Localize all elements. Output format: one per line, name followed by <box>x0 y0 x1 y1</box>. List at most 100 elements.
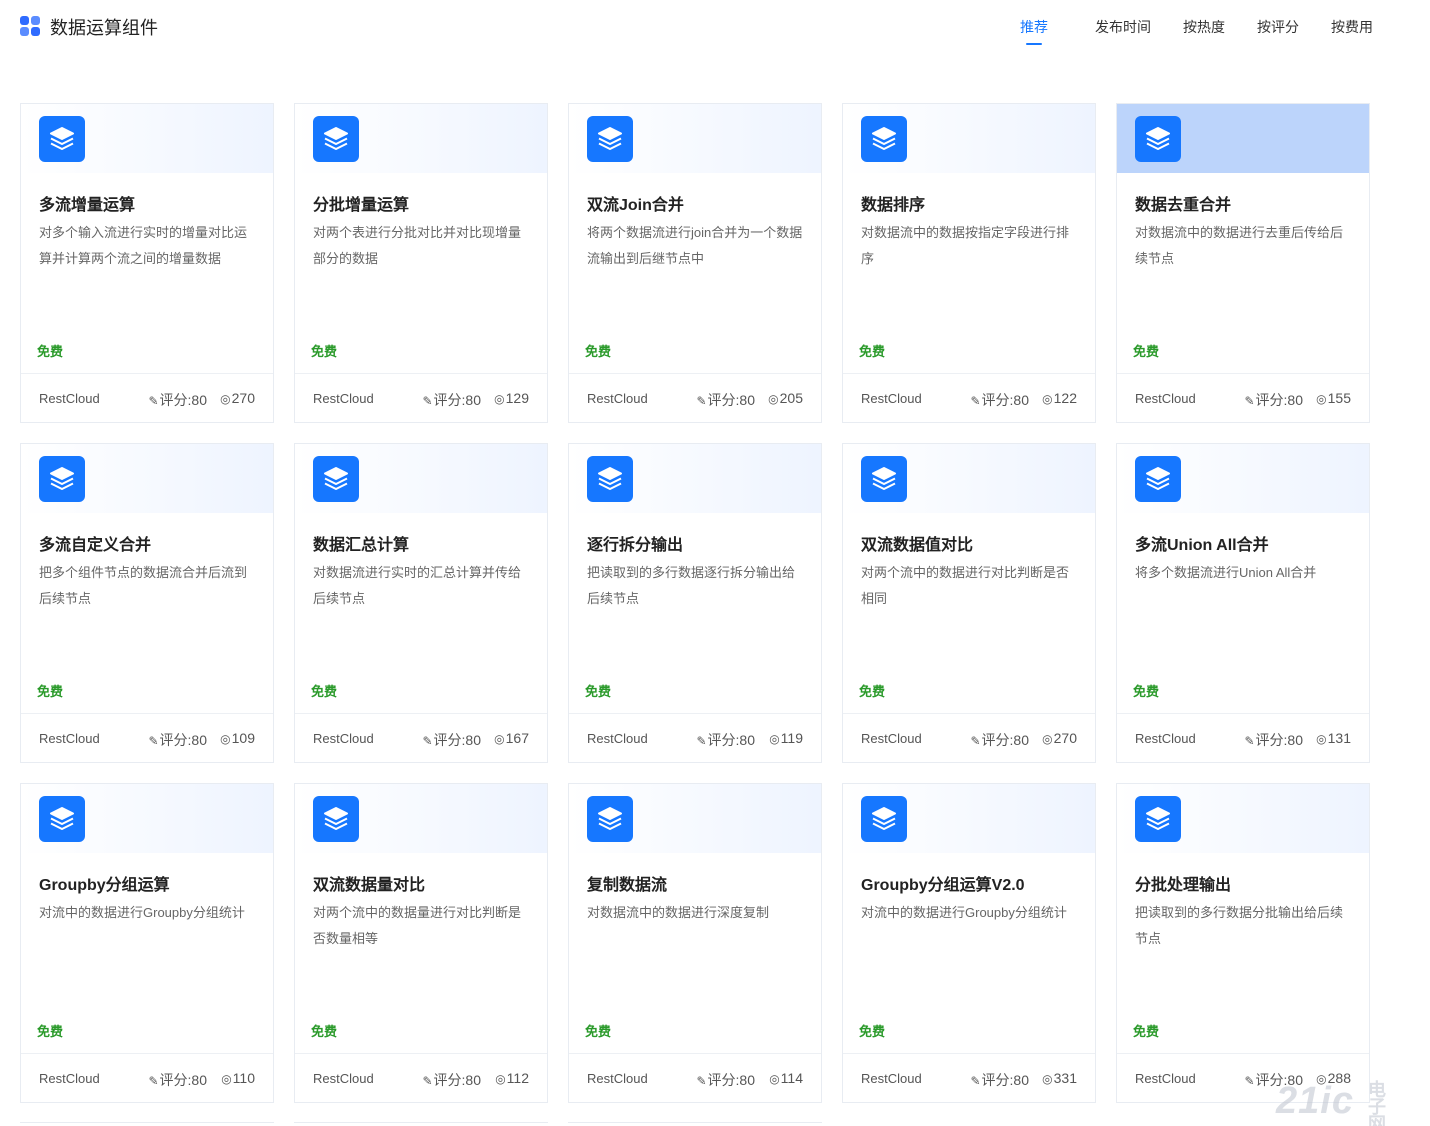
eye-icon: ◎ <box>1042 1072 1053 1086</box>
views-count: 331 <box>1053 1070 1077 1086</box>
rating-value: 评分:80 <box>433 1072 481 1088</box>
rating-value: 评分:80 <box>707 392 755 408</box>
component-card[interactable]: 复制数据流 对数据流中的数据进行深度复制 免费 RestCloud ✎评分:80 ◎114 <box>568 783 822 1103</box>
card-banner <box>21 104 273 173</box>
component-card[interactable]: 双流数据值对比 对两个流中的数据进行对比判断是否相同 免费 RestCloud ✎评分:… <box>842 443 1096 763</box>
component-card[interactable]: 数据汇总计算 对数据流进行实时的汇总计算并传给后续节点 免费 RestCloud ✎评分… <box>294 443 548 763</box>
eye-icon: ◎ <box>494 392 505 406</box>
component-card[interactable]: 双流Join合并 将两个数据流进行join合并为一个数据流输出到后继节点中 免费 Re… <box>568 103 822 423</box>
card-title[interactable]: 多流Union All合并 <box>1135 531 1269 555</box>
card-title[interactable]: 双流数据值对比 <box>861 531 973 555</box>
card-footer: RestCloud ✎评分:80 ◎112 <box>295 1053 547 1102</box>
card-title[interactable]: Groupby分组运算V2.0 <box>861 871 1025 895</box>
card-views: ◎205 <box>768 390 803 406</box>
card-description: 将多个数据流进行Union All合并 <box>1135 565 1317 580</box>
card-price: 免费 <box>1133 344 1160 359</box>
next-row-card-edge <box>568 1122 822 1126</box>
layers-icon <box>1135 796 1181 842</box>
card-views: ◎110 <box>221 1070 255 1086</box>
watermark-text: 21ic <box>1276 1080 1354 1122</box>
card-footer: RestCloud ✎评分:80 ◎205 <box>569 373 821 422</box>
card-banner <box>569 784 821 853</box>
tab-by-fee[interactable]: 按费用 <box>1331 17 1373 37</box>
next-row-card-edge <box>20 1122 274 1126</box>
tab-by-popularity[interactable]: 按热度 <box>1183 17 1225 37</box>
card-vendor: RestCloud <box>861 1071 922 1086</box>
rating-value: 评分:80 <box>159 392 207 408</box>
component-card[interactable]: 数据排序 对数据流中的数据按指定字段进行排序 免费 RestCloud ✎评分:80 ◎1… <box>842 103 1096 423</box>
card-views: ◎122 <box>1042 390 1077 406</box>
card-title[interactable]: 数据汇总计算 <box>313 531 409 555</box>
card-price: 免费 <box>37 684 64 699</box>
card-vendor: RestCloud <box>1135 391 1196 406</box>
views-count: 131 <box>1327 730 1351 746</box>
card-rating: ✎评分:80 <box>970 730 1029 750</box>
edit-icon: ✎ <box>1244 1074 1255 1088</box>
eye-icon: ◎ <box>1042 392 1053 406</box>
card-footer: RestCloud ✎评分:80 ◎129 <box>295 373 547 422</box>
rating-value: 评分:80 <box>433 732 481 748</box>
tab-by-rating[interactable]: 按评分 <box>1257 17 1299 37</box>
views-count: 270 <box>231 390 255 406</box>
component-card[interactable]: 双流数据量对比 对两个流中的数据量进行对比判断是否数量相等 免费 RestCloud ✎… <box>294 783 548 1103</box>
card-views: ◎270 <box>220 390 255 406</box>
layers-icon <box>587 796 633 842</box>
card-description: 对数据流中的数据进行去重后传给后续节点 <box>1135 225 1344 266</box>
card-title[interactable]: 分批增量运算 <box>313 191 409 215</box>
layers-icon <box>1135 116 1181 162</box>
component-card[interactable]: Groupby分组运算V2.0 对流中的数据进行Groupby分组统计 免费 Rest… <box>842 783 1096 1103</box>
layers-icon <box>587 116 633 162</box>
card-title[interactable]: 数据去重合并 <box>1135 191 1231 215</box>
tab-recommended[interactable]: 推荐 <box>1020 17 1048 45</box>
card-title[interactable]: 逐行拆分输出 <box>587 531 683 555</box>
edit-icon: ✎ <box>1244 734 1255 748</box>
card-vendor: RestCloud <box>39 1071 100 1086</box>
card-price: 免费 <box>585 1024 612 1039</box>
eye-icon: ◎ <box>220 732 231 746</box>
card-description: 把读取到的多行数据逐行拆分输出给后续节点 <box>587 565 796 606</box>
edit-icon: ✎ <box>970 734 981 748</box>
component-card[interactable]: Groupby分组运算 对流中的数据进行Groupby分组统计 免费 RestClou… <box>20 783 274 1103</box>
rating-value: 评分:80 <box>159 1072 207 1088</box>
card-vendor: RestCloud <box>313 731 374 746</box>
watermark-subtext: 电子网 <box>1368 1080 1388 1126</box>
component-card[interactable]: 多流自定义合并 把多个组件节点的数据流合并后流到后续节点 免费 RestCloud ✎评… <box>20 443 274 763</box>
component-card[interactable]: 分批增量运算 对两个表进行分批对比并对比现增量部分的数据 免费 RestCloud ✎评… <box>294 103 548 423</box>
card-rating: ✎评分:80 <box>148 730 207 750</box>
card-title[interactable]: 双流Join合并 <box>587 191 684 215</box>
sort-tabs: 推荐 发布时间 按热度 按评分 按费用 <box>0 17 1430 47</box>
card-banner <box>1117 444 1369 513</box>
card-title[interactable]: Groupby分组运算 <box>39 871 170 895</box>
card-title[interactable]: 复制数据流 <box>587 871 667 895</box>
views-count: 205 <box>779 390 803 406</box>
edit-icon: ✎ <box>422 1074 433 1088</box>
card-title[interactable]: 数据排序 <box>861 191 925 215</box>
component-card[interactable]: 多流Union All合并 将多个数据流进行Union All合并 免费 RestCl… <box>1116 443 1370 763</box>
views-count: 109 <box>231 730 255 746</box>
card-title[interactable]: 分批处理输出 <box>1135 871 1231 895</box>
tab-publish-time[interactable]: 发布时间 <box>1095 17 1151 37</box>
edit-icon: ✎ <box>148 1074 159 1088</box>
component-card[interactable]: 数据去重合并 对数据流中的数据进行去重后传给后续节点 免费 RestCloud ✎评分:… <box>1116 103 1370 423</box>
card-description: 对两个流中的数据量进行对比判断是否数量相等 <box>313 905 522 946</box>
views-count: 110 <box>232 1070 255 1086</box>
card-banner <box>843 444 1095 513</box>
card-title[interactable]: 双流数据量对比 <box>313 871 425 895</box>
card-views: ◎119 <box>769 730 803 746</box>
card-description: 对流中的数据进行Groupby分组统计 <box>861 905 1067 920</box>
card-title[interactable]: 多流自定义合并 <box>39 531 151 555</box>
page-header: 数据运算组件 推荐 发布时间 按热度 按评分 按费用 <box>0 0 1430 56</box>
card-views: ◎112 <box>495 1070 529 1086</box>
card-footer: RestCloud ✎评分:80 ◎270 <box>21 373 273 422</box>
card-title[interactable]: 多流增量运算 <box>39 191 135 215</box>
card-banner <box>569 444 821 513</box>
card-price: 免费 <box>1133 1024 1160 1039</box>
rating-value: 评分:80 <box>981 392 1029 408</box>
views-count: 155 <box>1327 390 1351 406</box>
component-card[interactable]: 分批处理输出 把读取到的多行数据分批输出给后续节点 免费 RestCloud ✎评分:8… <box>1116 783 1370 1103</box>
component-card[interactable]: 多流增量运算 对多个输入流进行实时的增量对比运算并计算两个流之间的增量数据 免费 Re… <box>20 103 274 423</box>
card-description: 对流中的数据进行Groupby分组统计 <box>39 905 245 920</box>
edit-icon: ✎ <box>1244 394 1255 408</box>
card-rating: ✎评分:80 <box>1244 730 1303 750</box>
component-card[interactable]: 逐行拆分输出 把读取到的多行数据逐行拆分输出给后续节点 免费 RestCloud ✎评分… <box>568 443 822 763</box>
